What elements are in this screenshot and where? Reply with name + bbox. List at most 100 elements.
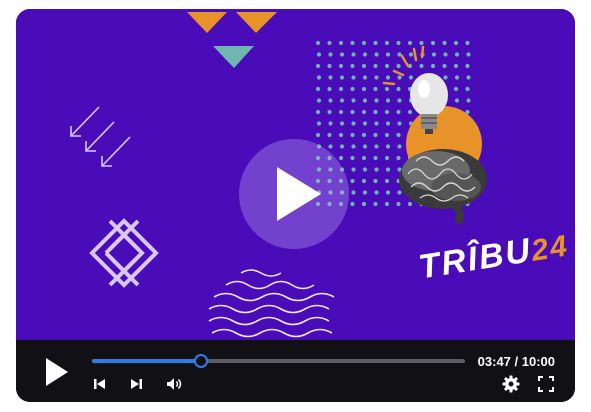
dot — [374, 52, 379, 57]
dot — [453, 63, 459, 69]
dot — [430, 63, 436, 69]
dot — [328, 75, 333, 80]
volume-button[interactable] — [165, 376, 183, 392]
dot — [315, 109, 321, 115]
dot — [385, 144, 391, 149]
dot — [384, 132, 390, 138]
dot — [328, 121, 333, 126]
progress-scrubber[interactable] — [194, 354, 209, 368]
dot — [373, 132, 378, 138]
dot — [362, 98, 368, 103]
dot — [419, 63, 424, 69]
dot — [431, 52, 437, 57]
dot — [419, 40, 424, 46]
dot — [327, 86, 332, 92]
dot — [362, 144, 368, 149]
dot — [397, 144, 402, 149]
dot — [350, 178, 355, 184]
dot — [361, 132, 367, 138]
dot — [362, 121, 368, 126]
skip-next-button[interactable] — [128, 376, 144, 392]
dot — [397, 98, 402, 103]
dot — [396, 155, 401, 161]
dot — [454, 52, 460, 57]
dot — [466, 75, 471, 80]
skip-previous-button[interactable] — [92, 376, 108, 392]
dot — [384, 178, 390, 184]
brain-image — [399, 149, 487, 225]
dot — [327, 132, 332, 138]
dot — [442, 40, 447, 46]
dot — [351, 121, 356, 126]
dot — [338, 86, 344, 92]
control-bar: 03:47 / 10:00 — [16, 340, 575, 402]
gear-icon — [502, 375, 520, 393]
dot — [396, 201, 401, 207]
dot — [384, 201, 390, 207]
dot — [339, 52, 345, 57]
dot — [373, 155, 378, 161]
dot — [385, 121, 391, 126]
dot — [465, 40, 470, 46]
dot — [328, 52, 333, 57]
dot — [328, 98, 333, 103]
dot — [374, 190, 379, 195]
dot — [362, 52, 368, 57]
dot — [374, 75, 379, 80]
wavy-lines — [208, 269, 335, 338]
video-player: TRÎBU24 03:47 / 10:00 — [16, 9, 575, 402]
dot — [327, 40, 332, 46]
dot — [373, 109, 378, 115]
dot — [408, 75, 414, 80]
dot — [361, 201, 367, 207]
dot — [407, 109, 413, 115]
center-play-button[interactable] — [239, 139, 349, 249]
play-button[interactable] — [42, 356, 72, 388]
dot — [373, 201, 378, 207]
orange-triangle-left — [187, 12, 227, 33]
progress-bar[interactable] — [92, 354, 465, 368]
dot — [374, 144, 379, 149]
dot — [351, 98, 356, 103]
dot — [442, 63, 447, 69]
dot — [443, 75, 448, 80]
dot — [466, 52, 471, 57]
settings-button[interactable] — [502, 375, 520, 393]
dot — [339, 121, 345, 126]
dot — [316, 121, 322, 126]
dot — [350, 86, 355, 92]
dot — [385, 167, 391, 172]
fullscreen-button[interactable] — [538, 376, 554, 392]
dot — [327, 63, 332, 69]
dot — [361, 86, 367, 92]
dot — [397, 75, 402, 80]
dot — [362, 75, 368, 80]
dot — [397, 121, 402, 126]
dot — [454, 98, 460, 103]
dot — [361, 63, 367, 69]
skip-previous-icon — [94, 379, 105, 389]
volume-icon — [167, 378, 182, 390]
dot — [384, 109, 390, 115]
dot — [396, 86, 401, 92]
dot — [351, 75, 356, 80]
fullscreen-icon — [538, 376, 554, 392]
dot — [430, 40, 436, 46]
dot — [384, 40, 390, 46]
dot — [384, 86, 390, 92]
dot — [316, 52, 322, 57]
dot — [373, 63, 378, 69]
dot — [351, 144, 356, 149]
dot — [374, 121, 379, 126]
dot — [407, 201, 413, 207]
dot — [339, 75, 345, 80]
dot — [374, 167, 379, 172]
dot — [350, 40, 355, 46]
dot — [338, 63, 344, 69]
skip-next-icon — [131, 379, 142, 389]
dot — [351, 167, 356, 172]
dot — [315, 86, 321, 92]
dot — [397, 190, 402, 195]
video-frame[interactable]: TRÎBU24 — [16, 9, 575, 340]
dot — [316, 98, 322, 103]
